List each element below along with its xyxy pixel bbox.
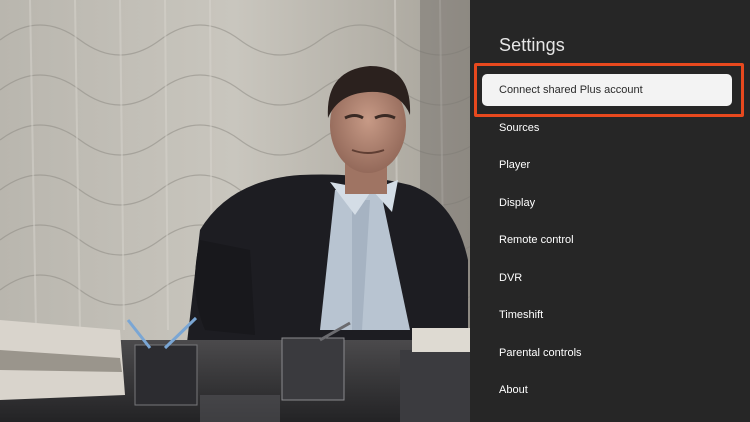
menu-item-about[interactable]: About [499, 383, 528, 397]
settings-menu: Connect shared Plus account Sources Play… [470, 0, 750, 422]
menu-item-sources[interactable]: Sources [499, 121, 539, 135]
menu-item-parental-controls[interactable]: Parental controls [499, 346, 582, 360]
menu-item-display[interactable]: Display [499, 196, 535, 210]
menu-item-timeshift[interactable]: Timeshift [499, 308, 543, 322]
video-player[interactable] [0, 0, 470, 422]
settings-panel: Settings Connect shared Plus account Sou… [470, 0, 750, 422]
app-screen: Settings Connect shared Plus account Sou… [0, 0, 750, 422]
video-frame [0, 0, 470, 422]
menu-item-connect-shared-plus-account[interactable]: Connect shared Plus account [482, 74, 732, 106]
menu-item-player[interactable]: Player [499, 158, 530, 172]
menu-item-remote-control[interactable]: Remote control [499, 233, 574, 247]
menu-item-dvr[interactable]: DVR [499, 271, 522, 285]
